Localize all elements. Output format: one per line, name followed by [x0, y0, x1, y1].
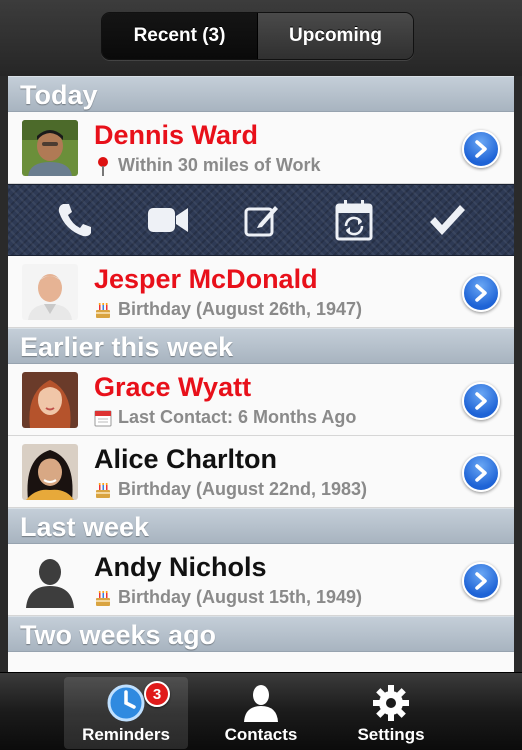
contact-name: Jesper McDonald	[94, 264, 318, 294]
compose-button[interactable]	[237, 196, 285, 244]
birthday-cake-icon	[94, 481, 112, 499]
contact-detail-text: Within 30 miles of Work	[118, 155, 321, 175]
segmented-control: Recent (3) Upcoming	[101, 12, 414, 60]
disclosure-button[interactable]	[462, 562, 500, 600]
contact-action-bar	[8, 184, 514, 256]
top-bar: Recent (3) Upcoming	[0, 0, 522, 76]
birthday-cake-icon	[94, 589, 112, 607]
avatar	[22, 444, 78, 500]
contact-detail: Within 30 miles of Work	[94, 155, 321, 176]
birthday-cake-icon	[94, 301, 112, 319]
contact-row-dennis-ward[interactable]: Dennis Ward Within 30 miles of Work	[8, 112, 514, 184]
gear-icon	[369, 681, 413, 725]
section-header-today: Today	[8, 76, 514, 112]
contact-detail-text: Birthday (August 15th, 1949)	[118, 587, 363, 607]
clock-icon	[104, 681, 148, 725]
contact-name: Dennis Ward	[94, 120, 259, 150]
tab-label: Reminders	[82, 725, 170, 744]
compose-icon	[244, 206, 278, 237]
calendar-icon	[94, 409, 112, 427]
person-icon	[239, 681, 283, 725]
contact-name: Andy Nichols	[94, 552, 267, 582]
reminders-list[interactable]: Today Dennis Ward Within 30 miles of Wor…	[8, 76, 514, 672]
tab-label: Contacts	[224, 725, 298, 744]
chevron-right-icon	[475, 392, 487, 410]
avatar	[22, 120, 78, 176]
section-header-last-week: Last week	[8, 508, 514, 544]
contact-detail-text: Birthday (August 26th, 1947)	[118, 299, 363, 319]
video-call-button[interactable]	[144, 196, 192, 244]
reschedule-button[interactable]	[330, 196, 378, 244]
mark-done-button[interactable]	[423, 196, 471, 244]
phone-icon	[58, 204, 91, 237]
contact-detail-text: Birthday (August 22nd, 1983)	[118, 479, 368, 499]
contact-name: Alice Charlton	[94, 444, 278, 474]
avatar	[22, 264, 78, 320]
contact-row-partial[interactable]	[8, 652, 514, 672]
chevron-right-icon	[475, 572, 487, 590]
tab-reminders[interactable]: Reminders 3	[64, 677, 188, 749]
disclosure-button[interactable]	[462, 382, 500, 420]
chevron-right-icon	[475, 464, 487, 482]
tab-contacts[interactable]: Contacts	[199, 677, 323, 749]
contact-detail-text: Last Contact: 6 Months Ago	[118, 407, 357, 427]
avatar-placeholder	[22, 552, 78, 608]
checkmark-icon	[430, 205, 466, 235]
contact-row-andy-nichols[interactable]: Andy Nichols Birthday (August 15th, 1949…	[8, 544, 514, 616]
reschedule-calendar-icon	[335, 200, 373, 241]
disclosure-button[interactable]	[462, 274, 500, 312]
disclosure-button[interactable]	[462, 454, 500, 492]
contact-detail: Birthday (August 15th, 1949)	[94, 587, 362, 608]
section-header-earlier-this-week: Earlier this week	[8, 328, 514, 364]
upcoming-segment[interactable]: Upcoming	[258, 13, 413, 59]
disclosure-button[interactable]	[462, 130, 500, 168]
tab-label: Settings	[357, 725, 425, 744]
tab-settings[interactable]: Settings	[329, 677, 453, 749]
contact-row-jesper-mcdonald[interactable]: Jesper McDonald Birthday (August 26th, 1…	[8, 256, 514, 328]
map-pin-icon	[94, 156, 112, 176]
video-camera-icon	[147, 208, 188, 232]
section-header-two-weeks-ago: Two weeks ago	[8, 616, 514, 652]
chevron-right-icon	[475, 284, 487, 302]
recent-segment[interactable]: Recent (3)	[102, 13, 258, 59]
call-button[interactable]	[51, 196, 99, 244]
contact-row-grace-wyatt[interactable]: Grace Wyatt Last Contact: 6 Months Ago	[8, 364, 514, 436]
contact-detail: Last Contact: 6 Months Ago	[94, 407, 356, 428]
contact-name: Grace Wyatt	[94, 372, 252, 402]
contact-detail: Birthday (August 22nd, 1983)	[94, 479, 367, 500]
notification-badge: 3	[144, 681, 170, 707]
contact-detail: Birthday (August 26th, 1947)	[94, 299, 362, 320]
tab-bar: Reminders 3 Contacts Settings	[0, 672, 522, 750]
contact-row-alice-charlton[interactable]: Alice Charlton Birthday (August 22nd, 19…	[8, 436, 514, 508]
avatar	[22, 372, 78, 428]
chevron-right-icon	[475, 140, 487, 158]
